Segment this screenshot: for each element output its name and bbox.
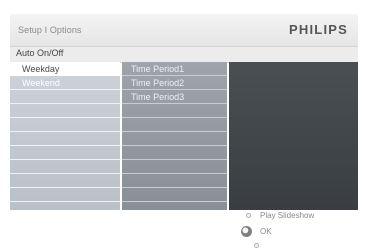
period-item-3[interactable]: Time Period3 — [122, 90, 227, 104]
period-column: Time Period1 Time Period2 Time Period3 — [122, 62, 227, 210]
empty-row — [10, 174, 120, 188]
menu-panels: Weekday Weekend Time Period1 Time Period… — [10, 62, 358, 210]
day-item-weekday[interactable]: Weekday — [10, 62, 120, 76]
empty-row — [122, 146, 227, 160]
ok-button-icon[interactable] — [241, 226, 252, 237]
play-slideshow-hint: Play Slideshow — [260, 211, 315, 220]
brand-logo: PHILIPS — [289, 22, 348, 37]
empty-row — [122, 118, 227, 132]
detail-column — [229, 62, 358, 210]
empty-row — [10, 90, 120, 104]
empty-row — [10, 132, 120, 146]
ok-hint: OK — [260, 227, 272, 236]
empty-row — [122, 104, 227, 118]
empty-row — [10, 160, 120, 174]
options-screen: Setup I Options PHILIPS Auto On/Off Week… — [0, 0, 372, 250]
day-item-weekend[interactable]: Weekend — [10, 76, 120, 90]
empty-row — [122, 160, 227, 174]
empty-row — [10, 104, 120, 118]
period-item-1[interactable]: Time Period1 — [122, 62, 227, 76]
empty-row — [10, 146, 120, 160]
day-item-label: Weekend — [22, 78, 60, 88]
empty-row — [10, 188, 120, 202]
day-column: Weekday Weekend — [10, 62, 120, 210]
period-item-label: Time Period1 — [131, 64, 185, 74]
period-item-2[interactable]: Time Period2 — [122, 76, 227, 90]
empty-row — [122, 188, 227, 202]
period-item-label: Time Period2 — [131, 78, 185, 88]
empty-row — [122, 174, 227, 188]
nav-dot-icon — [246, 213, 251, 218]
footer: Play Slideshow OK — [10, 210, 358, 250]
menu-title: Auto On/Off — [16, 48, 64, 58]
nav-dot-icon — [254, 243, 259, 248]
period-item-label: Time Period3 — [131, 92, 185, 102]
day-item-label: Weekday — [22, 64, 60, 74]
breadcrumb: Setup I Options — [18, 25, 82, 35]
menu-title-bar: Auto On/Off — [10, 46, 358, 63]
empty-row — [10, 118, 120, 132]
top-bar: Setup I Options PHILIPS — [10, 14, 358, 46]
empty-row — [122, 132, 227, 146]
